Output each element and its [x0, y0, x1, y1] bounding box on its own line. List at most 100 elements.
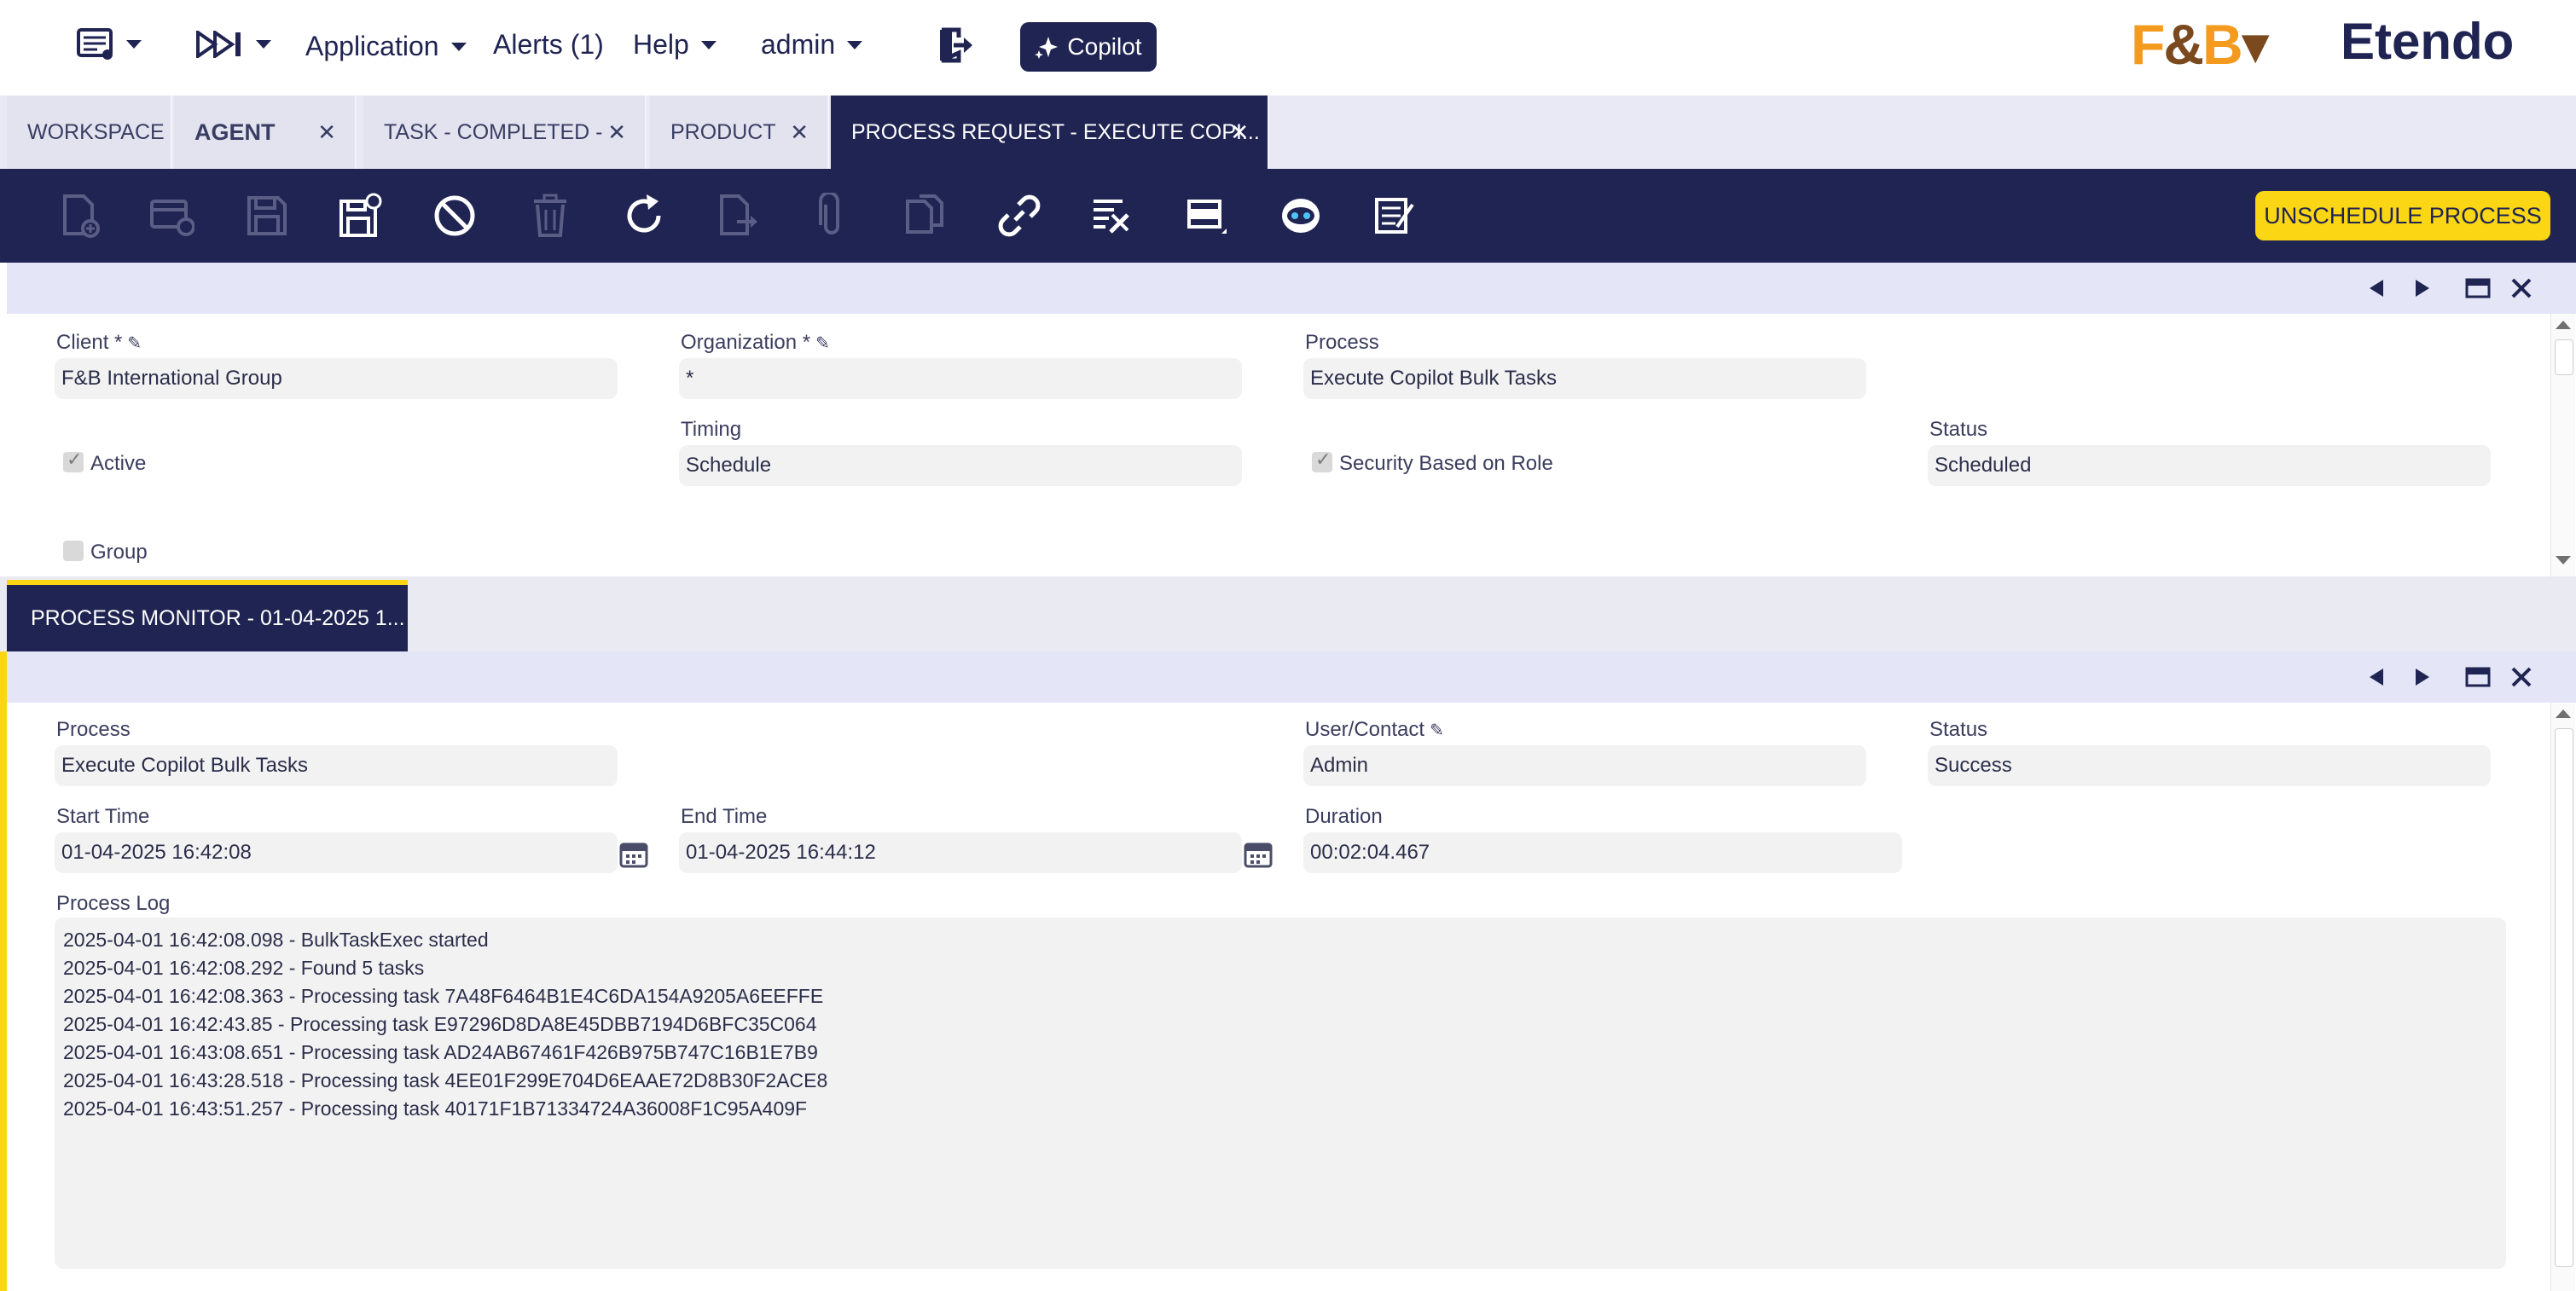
link-icon[interactable]: [996, 193, 1042, 239]
user-menu[interactable]: admin: [761, 29, 863, 61]
logout-button[interactable]: [937, 27, 974, 63]
scrollbar-thumb[interactable]: [2555, 339, 2573, 375]
start-time-field[interactable]: 01-04-2025 16:42:08: [55, 832, 618, 873]
chevron-down-icon: [126, 40, 142, 49]
copy-icon[interactable]: [902, 193, 949, 239]
tab-task-completed[interactable]: TASK - COMPLETED - ✕: [363, 96, 647, 169]
chevron-down-icon: [450, 42, 467, 51]
chevron-down-icon: [256, 40, 271, 49]
header-scrollbar[interactable]: [2550, 314, 2575, 576]
list-menu-icon: [77, 28, 113, 60]
help-menu[interactable]: Help: [633, 29, 717, 61]
active-tab-indicator: [0, 651, 7, 1291]
copilot-robot-icon[interactable]: [1278, 193, 1324, 239]
previous-record-icon[interactable]: [2366, 665, 2387, 689]
process-log-textarea[interactable]: 2025-04-01 16:42:08.098 - BulkTaskExec s…: [55, 918, 2506, 1269]
delete-icon[interactable]: [527, 193, 573, 239]
sparkle-icon: [1035, 37, 1059, 59]
scroll-up-icon[interactable]: [2556, 709, 2571, 718]
unschedule-process-button[interactable]: UNSCHEDULE PROCESS: [2255, 191, 2550, 240]
log-line: 2025-04-01 16:42:08.098 - BulkTaskExec s…: [63, 929, 489, 951]
export-icon[interactable]: [713, 193, 759, 239]
log-line: 2025-04-01 16:43:08.651 - Processing tas…: [63, 1041, 818, 1063]
group-checkbox[interactable]: [63, 541, 84, 561]
pencil-icon[interactable]: ✎: [815, 333, 830, 354]
next-record-icon[interactable]: [2412, 276, 2433, 300]
tab-product[interactable]: PRODUCT ✕: [650, 96, 829, 169]
save-icon[interactable]: [244, 193, 290, 239]
alerts-link[interactable]: Alerts (1): [493, 29, 604, 61]
tab-process-request[interactable]: PROCESS REQUEST - EXECUTE COPI... ✕: [831, 96, 1269, 169]
help-menu-label: Help: [633, 29, 689, 60]
end-time-field[interactable]: 01-04-2025 16:44:12: [679, 832, 1242, 873]
process-field[interactable]: Execute Copilot Bulk Tasks: [1303, 358, 1866, 399]
organization-field[interactable]: *: [679, 358, 1242, 399]
active-label: Active: [90, 452, 147, 475]
close-icon[interactable]: ✕: [317, 119, 336, 146]
client-field[interactable]: F&B International Group: [55, 358, 618, 399]
copilot-button-label: Copilot: [1067, 33, 1142, 60]
alerts-label: Alerts (1): [493, 29, 604, 60]
timing-label: Timing: [681, 418, 742, 441]
duration-label: Duration: [1305, 805, 1383, 828]
calendar-icon[interactable]: [1244, 839, 1273, 868]
active-checkbox[interactable]: [63, 449, 84, 472]
next-record-icon[interactable]: [2412, 665, 2433, 689]
monitor-process-field[interactable]: Execute Copilot Bulk Tasks: [55, 745, 618, 786]
tab-agent[interactable]: AGENT ✕: [174, 96, 357, 169]
pencil-icon[interactable]: ✎: [1430, 720, 1444, 741]
log-line: 2025-04-01 16:42:08.292 - Found 5 tasks: [63, 957, 425, 979]
status-field[interactable]: Scheduled: [1928, 445, 2491, 486]
attachment-icon[interactable]: [809, 193, 855, 239]
application-menu[interactable]: Application: [305, 31, 467, 62]
close-icon[interactable]: [2509, 665, 2533, 689]
etendo-logo: Etendo: [2341, 13, 2515, 70]
previous-record-icon[interactable]: [2366, 276, 2387, 300]
duration-field[interactable]: 00:02:04.467: [1303, 832, 1902, 873]
scrollbar-thumb[interactable]: [2555, 728, 2573, 1267]
user-contact-field[interactable]: Admin: [1303, 745, 1866, 786]
user-menu-label: admin: [761, 29, 836, 60]
undo-icon[interactable]: [432, 193, 478, 239]
tab-label: PRODUCT: [670, 119, 776, 144]
close-icon[interactable]: [2509, 276, 2533, 300]
monitor-process-label: Process: [56, 718, 131, 741]
tab-label: TASK - COMPLETED -: [384, 119, 603, 144]
start-time-label: Start Time: [56, 805, 150, 828]
security-based-on-role-checkbox[interactable]: [1312, 449, 1332, 472]
chevron-down-icon: [700, 40, 717, 49]
maximize-icon[interactable]: [2465, 665, 2491, 689]
close-icon[interactable]: ✕: [607, 119, 626, 146]
scroll-down-icon[interactable]: [2556, 556, 2571, 564]
tab-label: WORKSPACE: [27, 119, 165, 144]
save-and-close-icon[interactable]: [338, 193, 384, 239]
notes-icon[interactable]: [1372, 193, 1418, 239]
pencil-icon[interactable]: ✎: [127, 333, 142, 354]
top-navigation: Application Alerts (1) Help admin Copilo…: [0, 0, 2576, 96]
new-document-icon[interactable]: [56, 193, 102, 239]
application-menu-label: Application: [305, 31, 439, 61]
copilot-button[interactable]: Copilot: [1020, 22, 1157, 72]
quick-launch-menu-button[interactable]: [77, 27, 142, 61]
close-icon[interactable]: ✕: [790, 119, 809, 146]
refresh-icon[interactable]: [621, 193, 667, 239]
monitor-status-field[interactable]: Success: [1928, 745, 2491, 786]
monitor-scrollbar[interactable]: [2550, 703, 2575, 1291]
scroll-up-icon[interactable]: [2556, 321, 2571, 329]
tab-label: AGENT: [194, 119, 276, 145]
security-based-on-role-label: Security Based on Role: [1339, 452, 1553, 475]
timing-field[interactable]: Schedule: [679, 445, 1242, 486]
tab-process-monitor[interactable]: PROCESS MONITOR - 01-04-2025 1...: [7, 580, 408, 651]
organization-label: Organization * ✎: [681, 331, 830, 354]
grid-toggle-icon[interactable]: [1184, 193, 1230, 239]
close-icon[interactable]: ✕: [1230, 119, 1249, 146]
group-label: Group: [90, 541, 148, 564]
tab-workspace[interactable]: WORKSPACE: [7, 96, 172, 169]
recent-windows-button[interactable]: [196, 31, 271, 58]
chevron-down-icon: [847, 40, 863, 49]
calendar-icon[interactable]: [619, 839, 648, 868]
new-record-icon[interactable]: [148, 193, 194, 239]
process-label: Process: [1305, 331, 1379, 354]
audit-icon[interactable]: [1088, 193, 1134, 239]
maximize-icon[interactable]: [2465, 276, 2491, 300]
